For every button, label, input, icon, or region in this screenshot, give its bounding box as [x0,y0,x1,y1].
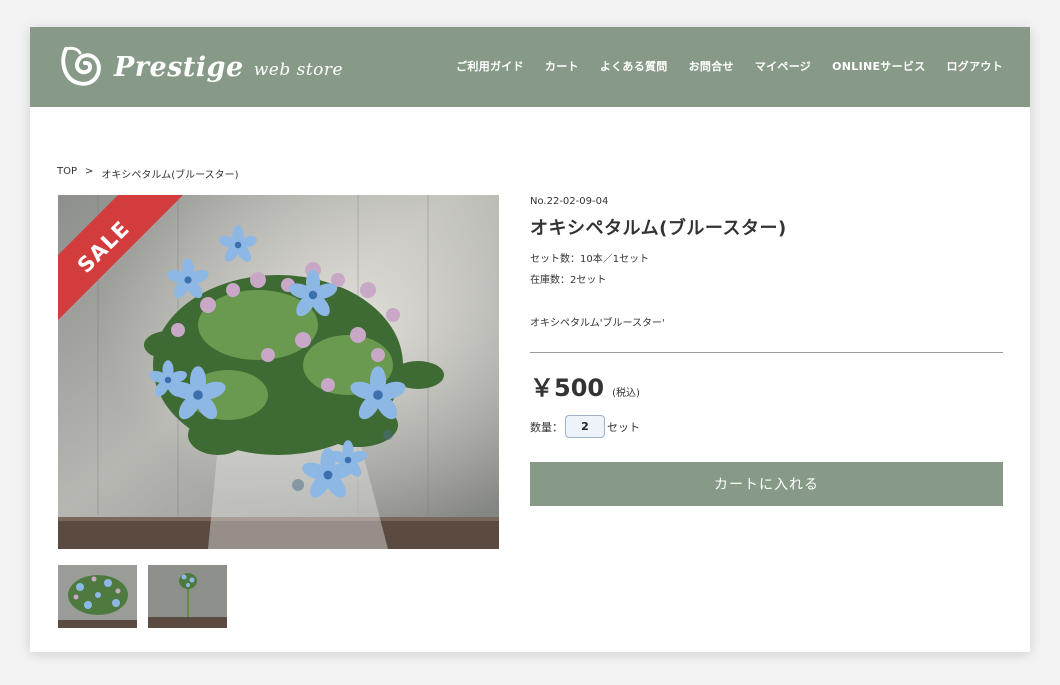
product-set-count: セット数：10本／1セット [530,254,650,265]
breadcrumb-home[interactable]: TOP [57,166,77,181]
nav-cart[interactable]: カート [545,58,579,74]
product-price: ￥500 [530,374,605,402]
product-title: オキシペタルム(ブルースター) [530,218,787,239]
thumbnail-1[interactable] [58,565,137,628]
product-stock: 在庫数：2セット [530,275,607,286]
breadcrumb: TOP > オキシペタルム(ブルースター) [57,166,239,181]
page-card: Prestige web store ご利用ガイド カート よくある質問 お問合… [30,27,1030,652]
quantity-label: 数量： [530,420,563,434]
brand-name: Prestige [114,51,244,83]
product-description: オキシペタルム'ブルースター' [530,318,665,329]
thumbnail-image [148,565,227,628]
site-logo[interactable]: Prestige web store [58,39,343,95]
swirl-logo-icon [61,46,101,86]
divider [530,352,1003,353]
breadcrumb-current: オキシペタルム(ブルースター) [101,170,239,181]
tax-note: (税込) [612,388,640,399]
nav-logout[interactable]: ログアウト [947,58,1004,74]
product-info: No.22-02-09-04 オキシペタルム(ブルースター) セット数：10本／… [530,195,1003,506]
nav-mypage[interactable]: マイページ [755,58,811,74]
flower-photo [58,195,499,549]
quantity-input[interactable] [565,415,605,438]
product-main-image[interactable]: SALE [58,195,499,549]
brand-suffix: web store [253,60,344,80]
nav-online-service[interactable]: ONLINEサービス [832,58,925,74]
add-to-cart-button[interactable]: カートに入れる [530,462,1003,506]
nav-guide[interactable]: ご利用ガイド [456,58,524,74]
quantity-unit: セット [607,420,640,434]
thumbnail-image [58,565,137,628]
nav-faq[interactable]: よくある質問 [600,58,668,74]
thumbnail-2[interactable] [148,565,227,628]
breadcrumb-separator: > [85,166,94,177]
main-nav: ご利用ガイド カート よくある質問 お問合せ マイページ ONLINEサービス … [456,58,1003,74]
site-header: Prestige web store ご利用ガイド カート よくある質問 お問合… [30,27,1030,107]
quantity-row: 数量： セット [530,415,1003,438]
price-row: ￥500 (税込) [530,368,1003,403]
nav-contact[interactable]: お問合せ [689,58,734,74]
product-number: No.22-02-09-04 [530,196,609,207]
